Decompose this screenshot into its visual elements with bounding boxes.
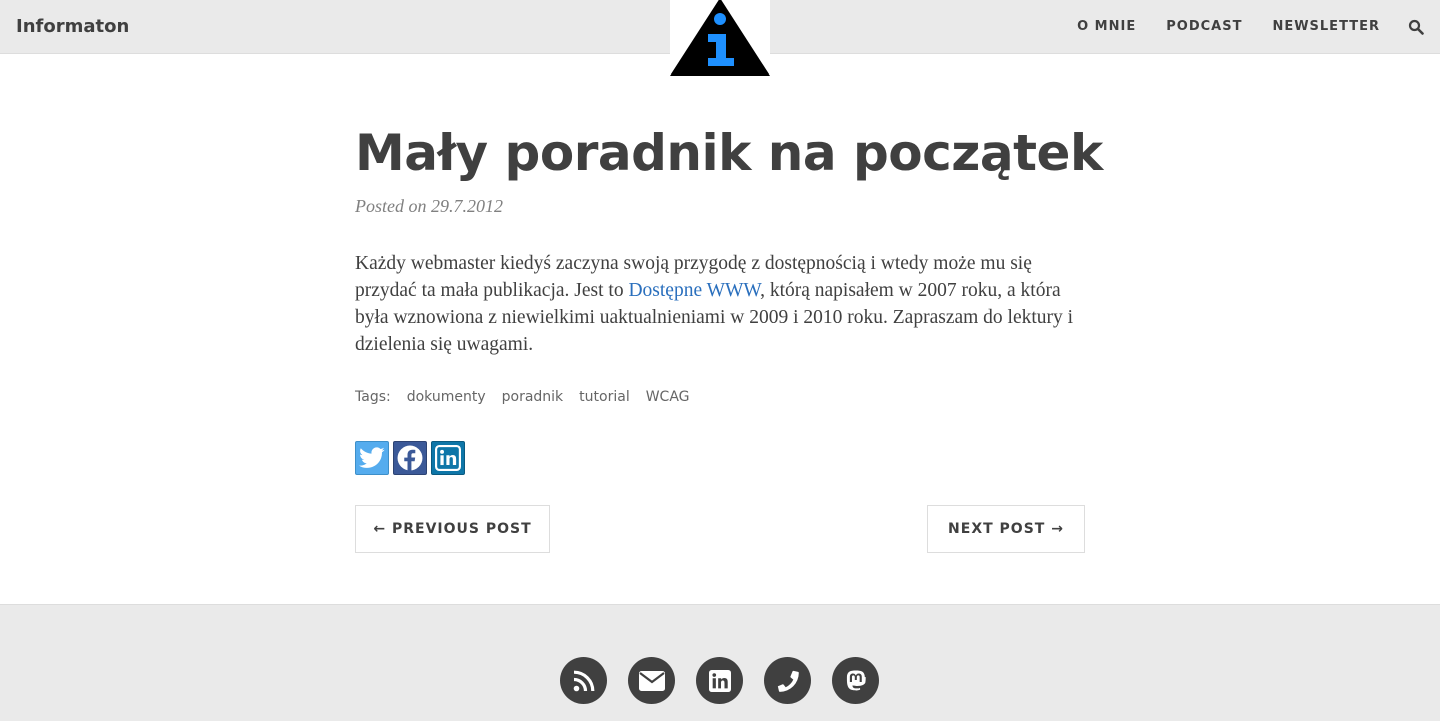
site-brand[interactable]: Informaton bbox=[16, 0, 129, 53]
facebook-icon bbox=[397, 445, 423, 471]
linkedin-share-button[interactable] bbox=[431, 441, 465, 475]
tag-poradnik[interactable]: poradnik bbox=[502, 389, 564, 405]
post-body: Każdy webmaster kiedyś zaczyna swoją prz… bbox=[355, 250, 1090, 358]
search-icon[interactable] bbox=[1408, 19, 1424, 35]
post-meta: Posted on 29.7.2012 bbox=[355, 196, 503, 216]
footer bbox=[0, 604, 1440, 721]
dostepne-www-link[interactable]: Dostępne WWW bbox=[628, 280, 760, 301]
phone-icon[interactable] bbox=[764, 657, 811, 704]
tags-label: Tags: bbox=[355, 389, 391, 405]
info-triangle-logo[interactable] bbox=[670, 0, 770, 76]
post-title: Mały poradnik na początek bbox=[355, 124, 1103, 182]
envelope-icon[interactable] bbox=[628, 657, 675, 704]
tags: Tags: dokumenty poradnik tutorial WCAG bbox=[355, 389, 690, 405]
tag-dokumenty[interactable]: dokumenty bbox=[407, 389, 486, 405]
share-buttons bbox=[355, 441, 465, 475]
linkedin-icon bbox=[435, 445, 461, 471]
twitter-share-button[interactable] bbox=[355, 441, 389, 475]
footer-social-icons bbox=[560, 657, 879, 704]
linkedin-icon[interactable] bbox=[696, 657, 743, 704]
tag-wcag[interactable]: WCAG bbox=[646, 389, 690, 405]
nav-link-newsletter[interactable]: NEWSLETTER bbox=[1272, 19, 1380, 34]
nav-link-o-mnie[interactable]: O MNIE bbox=[1077, 19, 1136, 34]
tag-tutorial[interactable]: tutorial bbox=[579, 389, 630, 405]
facebook-share-button[interactable] bbox=[393, 441, 427, 475]
twitter-icon bbox=[359, 447, 385, 468]
rss-icon[interactable] bbox=[560, 657, 607, 704]
previous-post-button[interactable]: ← PREVIOUS POST bbox=[355, 505, 550, 553]
nav-links: O MNIE PODCAST NEWSLETTER bbox=[1077, 0, 1380, 53]
next-post-button[interactable]: NEXT POST → bbox=[927, 505, 1085, 553]
nav-link-podcast[interactable]: PODCAST bbox=[1166, 19, 1242, 34]
mastodon-icon[interactable] bbox=[832, 657, 879, 704]
